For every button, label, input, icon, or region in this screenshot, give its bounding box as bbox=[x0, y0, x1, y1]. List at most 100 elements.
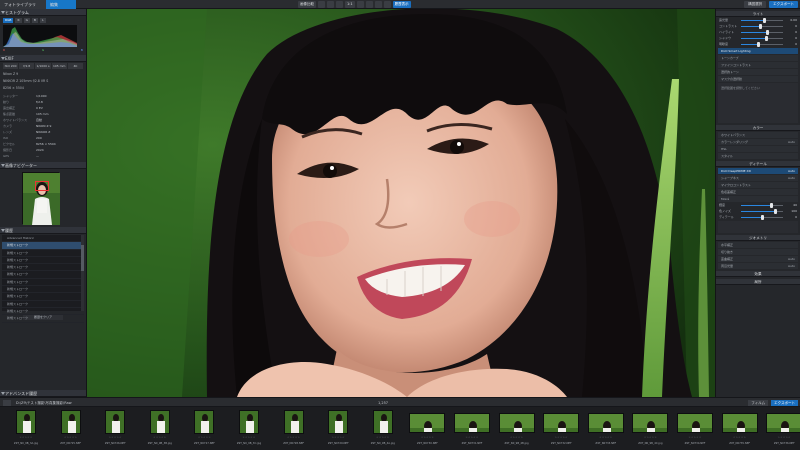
setting-row[interactable]: マイクロコントラスト bbox=[718, 182, 798, 188]
histogram-section-header[interactable]: ヒストグラム bbox=[0, 9, 86, 16]
toolbar-button-1[interactable] bbox=[318, 1, 325, 8]
filmstrip-thumbnail[interactable]: ☆☆☆☆☆ Z9T_N0728.NEF bbox=[274, 410, 314, 448]
setting-row[interactable]: ホワイトバランス bbox=[718, 132, 798, 138]
rating-stars[interactable]: ☆☆☆☆☆ bbox=[6, 436, 46, 439]
filmstrip-thumbnail[interactable]: ☆☆☆☆☆ Z9T_N0729.NEF bbox=[318, 410, 358, 448]
setting-row[interactable]: 水平補正 bbox=[718, 242, 798, 248]
tab-edit[interactable]: 編集 bbox=[46, 0, 76, 9]
history-item[interactable]: 新規ストローク bbox=[2, 279, 84, 287]
thumbnail-image[interactable] bbox=[372, 410, 393, 434]
thumbnail-image[interactable] bbox=[454, 413, 490, 433]
rating-stars[interactable]: ☆☆☆☆☆ bbox=[586, 436, 626, 439]
slider[interactable]: シャドウ 0 bbox=[719, 36, 797, 41]
thumbnail-image[interactable] bbox=[60, 410, 81, 434]
detail-section-header[interactable]: ディテール bbox=[716, 161, 800, 167]
histogram-tab-b[interactable]: B bbox=[31, 18, 38, 23]
rating-stars[interactable]: ☆☆☆☆☆ bbox=[720, 436, 760, 439]
toolbar-right-button-1[interactable]: エクスポート bbox=[769, 1, 798, 8]
thumbnail-image[interactable] bbox=[632, 413, 669, 433]
history-item[interactable]: 新規ストローク bbox=[2, 286, 84, 294]
navigator-thumbnail[interactable] bbox=[22, 172, 60, 225]
toolbar-button-5[interactable] bbox=[356, 1, 364, 8]
color-section-header[interactable]: カラー bbox=[716, 125, 800, 131]
thumbnail-image[interactable] bbox=[239, 410, 259, 434]
history-item[interactable]: 新規ストローク bbox=[2, 293, 84, 301]
histogram-tab-l[interactable]: L bbox=[39, 18, 46, 23]
filmstrip-thumbnail[interactable]: ☆☆☆☆☆ Z9T_N0725.NEF bbox=[51, 410, 91, 448]
rating-stars[interactable]: ☆☆☆☆☆ bbox=[497, 436, 537, 439]
filmstrip-thumbnail[interactable]: ☆☆☆☆☆ Z9T_N0726.NEF bbox=[95, 410, 135, 448]
history-scrollbar[interactable] bbox=[81, 235, 84, 311]
thumbnail-image[interactable] bbox=[149, 410, 170, 434]
thumbnail-image[interactable] bbox=[677, 413, 713, 433]
rating-stars[interactable]: ☆☆☆☆☆ bbox=[541, 436, 581, 439]
effects-section-header[interactable]: 効果 bbox=[716, 271, 800, 277]
toolbar-right-button-0[interactable]: 構図選択 bbox=[744, 1, 767, 8]
slider-knob[interactable] bbox=[763, 18, 767, 23]
slider[interactable]: 露光量 0.00 bbox=[719, 18, 797, 23]
rating-stars[interactable]: ☆☆☆☆☆ bbox=[407, 436, 447, 439]
histogram-tab-g[interactable]: G bbox=[23, 18, 30, 23]
history-item[interactable]: 新規ストローク bbox=[2, 308, 84, 316]
rating-stars[interactable]: ☆☆☆☆☆ bbox=[229, 436, 269, 439]
thumbnail-image[interactable] bbox=[498, 413, 535, 433]
setting-row[interactable]: Moiré bbox=[718, 196, 798, 202]
exif-section-header[interactable]: EXIF bbox=[0, 55, 86, 62]
setting-row[interactable]: ファインコントラスト bbox=[718, 62, 798, 68]
thumbnail-image[interactable] bbox=[587, 413, 624, 433]
filmstrip-thumbnail[interactable]: ☆☆☆☆☆ Z9T_N0736.NEF bbox=[764, 410, 800, 448]
rating-stars[interactable]: ☆☆☆☆☆ bbox=[184, 436, 224, 439]
slider[interactable]: コントラスト 0 bbox=[719, 24, 797, 29]
toolbar-button-7[interactable] bbox=[374, 1, 382, 8]
thumbnail-image[interactable] bbox=[283, 410, 304, 434]
slider-knob[interactable] bbox=[758, 24, 762, 29]
history-item[interactable]: 新規ストローク bbox=[2, 301, 84, 308]
filmstrip-thumbnail[interactable]: ☆☆☆☆☆ Z9T_N0_9B_3C.jpg bbox=[229, 410, 269, 448]
setting-row[interactable]: 周辺光量 Auto bbox=[718, 263, 798, 269]
toolbar-button-6[interactable] bbox=[365, 1, 373, 8]
folder-icon[interactable] bbox=[3, 400, 11, 406]
filmstrip-thumbnail[interactable]: ☆☆☆☆☆ Z9T_N0_9B_3A.jpg bbox=[6, 410, 46, 448]
filmstrip-thumbnail[interactable]: ☆☆☆☆☆ Z9T_N0_9B_3B.jpg bbox=[140, 410, 180, 448]
local-section-header[interactable]: 局所 bbox=[716, 279, 800, 285]
rating-stars[interactable]: ☆☆☆☆☆ bbox=[95, 436, 135, 439]
history-item[interactable]: 新規ストローク bbox=[2, 257, 84, 265]
thumbnail-image[interactable] bbox=[543, 413, 580, 433]
filmstrip-thumbnail[interactable]: ☆☆☆☆☆ Z9T_N0730.NEF bbox=[407, 410, 447, 448]
filmstrip-thumbnail[interactable]: ☆☆☆☆☆ Z9T_N0731.NEF bbox=[452, 410, 492, 448]
slider-knob[interactable] bbox=[766, 30, 770, 35]
histogram-tab-r[interactable]: R bbox=[15, 18, 22, 23]
filmstrip-thumbnail[interactable]: ☆☆☆☆☆ Z9T_N0_9B_4A.jpg bbox=[363, 410, 403, 448]
toolbar-button-4[interactable]: 1:1 bbox=[345, 1, 355, 8]
filmstrip-thumbnail[interactable]: ☆☆☆☆☆ Z9T_N0_9B_4B.jpg bbox=[497, 410, 537, 448]
setting-row[interactable]: 選択的トーン bbox=[718, 69, 798, 75]
filmstrip-thumbnail[interactable]: ☆☆☆☆☆ Z9T_N0735.NEF bbox=[720, 410, 760, 448]
toolbar-button-0[interactable]: 画像比較 bbox=[298, 1, 316, 8]
toolbar-button-8[interactable] bbox=[383, 1, 391, 8]
history-item[interactable]: 新規ストローク bbox=[2, 271, 84, 279]
setting-row[interactable]: 色収差補正 bbox=[718, 189, 798, 195]
thumbnail-image[interactable] bbox=[16, 410, 36, 434]
slider[interactable]: 輝度 40 bbox=[719, 203, 797, 208]
setting-row[interactable]: DxO DeepPRIME XD Auto bbox=[718, 168, 798, 174]
filmstrip-action-button[interactable]: エクスポート bbox=[771, 400, 798, 406]
history-item[interactable]: 新規ストローク bbox=[2, 250, 84, 257]
rating-stars[interactable]: ☆☆☆☆☆ bbox=[318, 436, 358, 439]
toolbar-button-3[interactable] bbox=[336, 1, 343, 8]
slider[interactable]: 色ノイズ 100 bbox=[719, 209, 797, 214]
thumbnail-image[interactable] bbox=[766, 413, 800, 433]
slider-knob[interactable] bbox=[773, 209, 777, 214]
light-section-header[interactable]: ライト bbox=[716, 11, 800, 17]
setting-row[interactable]: カラーレンダリング Auto bbox=[718, 139, 798, 145]
filmstrip-thumbnail[interactable]: ☆☆☆☆☆ Z9T_N0732.NEF bbox=[541, 410, 581, 448]
histogram-tab-rgb[interactable]: RGB bbox=[3, 18, 14, 23]
slider-knob[interactable] bbox=[770, 203, 774, 208]
setting-row[interactable]: シャープネス Auto bbox=[718, 175, 798, 181]
thumbnail-image[interactable] bbox=[409, 413, 446, 433]
rating-stars[interactable]: ☆☆☆☆☆ bbox=[764, 436, 800, 439]
slider[interactable]: ディテール 0 bbox=[719, 215, 797, 220]
filmstrip-thumbnail[interactable]: ☆☆☆☆☆ Z9T_N0733.NEF bbox=[586, 410, 626, 448]
slider-knob[interactable] bbox=[756, 42, 760, 47]
navigator-viewport[interactable] bbox=[35, 181, 49, 191]
filmstrip-action-button[interactable]: フィルム bbox=[748, 400, 769, 406]
